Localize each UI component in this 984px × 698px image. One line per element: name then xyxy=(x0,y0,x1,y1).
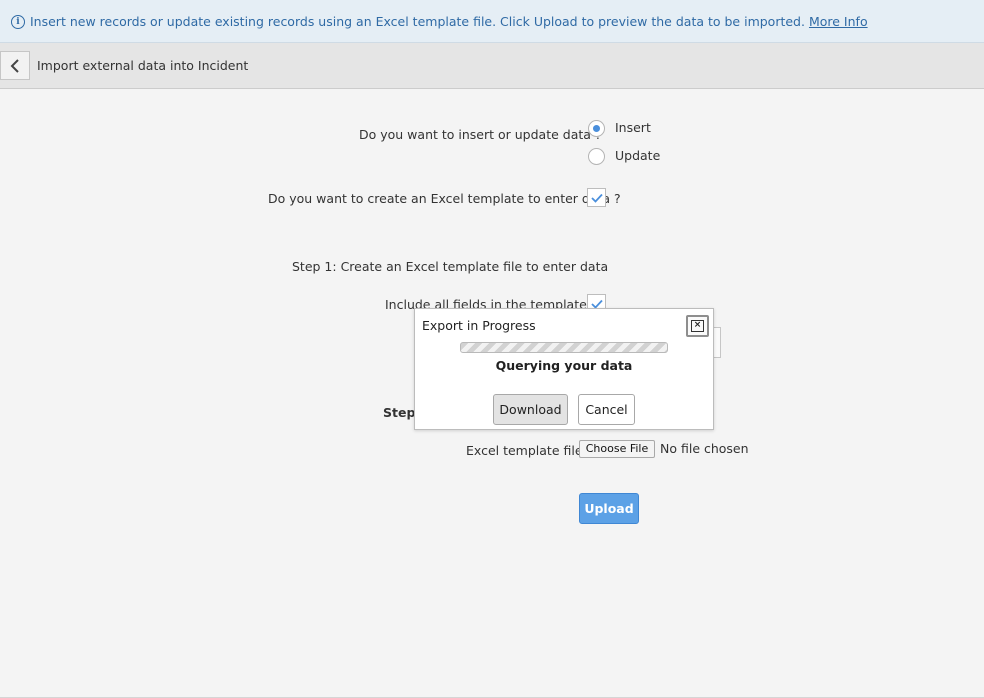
step1-heading: Step 1: Create an Excel template file to… xyxy=(292,259,609,274)
dialog-title: Export in Progress xyxy=(422,318,536,333)
export-progress-bar xyxy=(460,342,668,353)
page-header: Import external data into Incident xyxy=(0,43,984,89)
more-info-link[interactable]: More Info xyxy=(809,14,868,29)
info-icon: i xyxy=(11,15,25,29)
dialog-close-button[interactable]: × xyxy=(686,315,709,337)
upload-button[interactable]: Upload xyxy=(579,493,639,524)
insert-update-question: Do you want to insert or update data ? xyxy=(359,127,602,142)
info-message: Insert new records or update existing re… xyxy=(30,14,868,29)
choose-file-button[interactable]: Choose File xyxy=(579,440,655,458)
export-progress-dialog: Export in Progress × Querying your data … xyxy=(414,308,714,430)
close-icon: × xyxy=(691,320,704,332)
insert-radio-label[interactable]: Insert xyxy=(615,120,651,135)
step2-heading: Step xyxy=(383,405,416,420)
insert-radio[interactable] xyxy=(588,120,605,137)
chevron-left-icon xyxy=(10,59,19,73)
page-title: Import external data into Incident xyxy=(37,58,249,73)
create-template-question: Do you want to create an Excel template … xyxy=(268,191,621,206)
info-banner: i Insert new records or update existing … xyxy=(0,0,984,43)
excel-template-file-label: Excel template file xyxy=(466,443,583,458)
download-button[interactable]: Download xyxy=(493,394,568,425)
no-file-chosen-text: No file chosen xyxy=(660,441,749,456)
update-radio-label[interactable]: Update xyxy=(615,148,660,163)
create-template-checkbox[interactable] xyxy=(587,188,606,207)
cancel-button[interactable]: Cancel xyxy=(578,394,635,425)
update-radio[interactable] xyxy=(588,148,605,165)
info-message-text: Insert new records or update existing re… xyxy=(30,14,805,29)
export-status-text: Querying your data xyxy=(495,358,633,373)
checkmark-icon xyxy=(591,193,603,203)
back-button[interactable] xyxy=(0,51,30,80)
